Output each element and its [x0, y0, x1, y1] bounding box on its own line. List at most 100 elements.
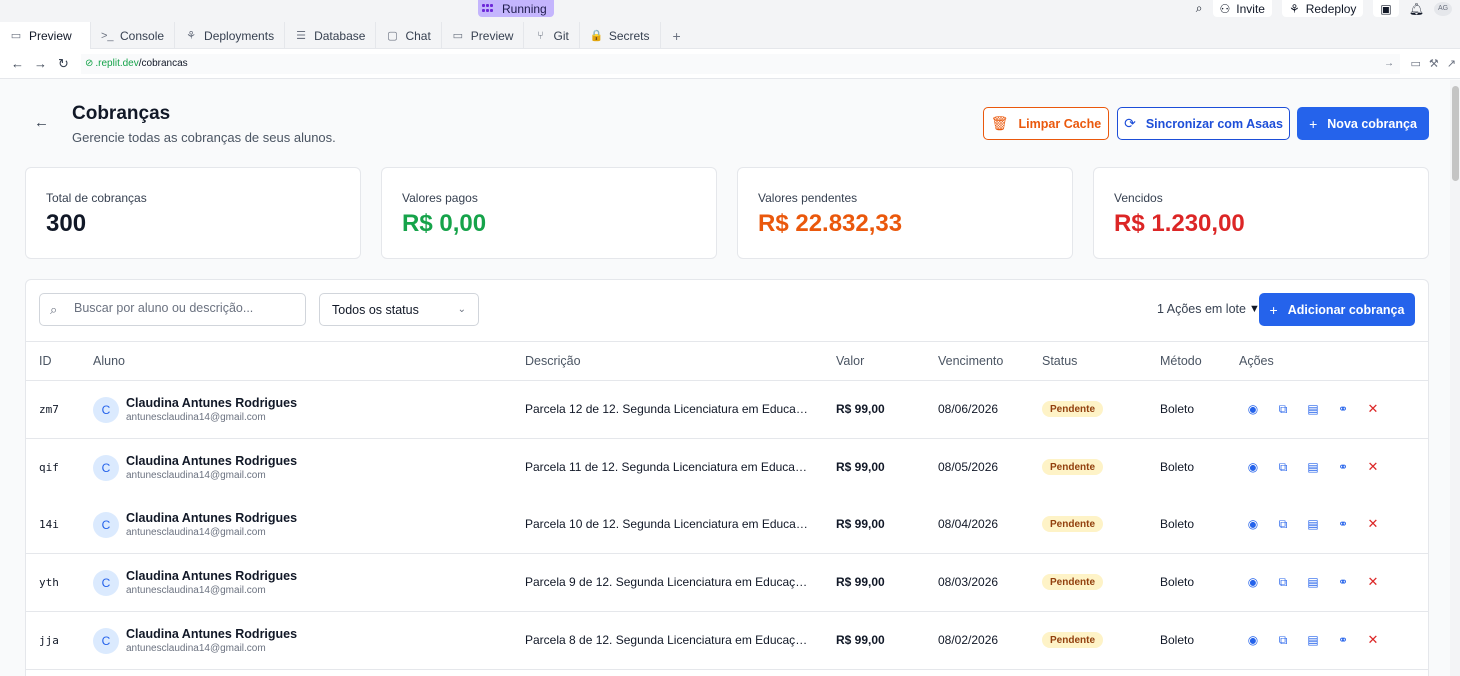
external-link-icon[interactable]: ↗	[1447, 57, 1456, 70]
url-field[interactable]: ⊘ .replit.dev/cobrancas →	[81, 53, 1400, 74]
delete-x-icon[interactable]: ✕	[1365, 574, 1381, 590]
delete-x-icon[interactable]: ✕	[1365, 632, 1381, 648]
tab-git[interactable]: ⑂ Git	[524, 22, 580, 49]
col-due[interactable]: Vencimento	[938, 354, 1003, 368]
table-row[interactable]: 14i C Claudina Antunes Rodrigues antunescla…	[26, 496, 1428, 554]
copy-icon[interactable]: ⧉	[1275, 459, 1291, 475]
student-email: antunesclaudina14@gmail.com	[126, 527, 266, 538]
student-avatar: C	[93, 455, 119, 481]
reload-icon[interactable]: ↻	[52, 56, 75, 72]
go-arrow-icon[interactable]: →	[1384, 58, 1394, 69]
view-eye-icon[interactable]: ◉	[1245, 516, 1261, 532]
tab-label: Secrets	[608, 28, 650, 43]
document-icon[interactable]: ▤	[1305, 516, 1321, 532]
student-avatar: C	[93, 512, 119, 538]
copy-icon[interactable]: ⧉	[1275, 401, 1291, 417]
url-path: /cobrancas	[138, 58, 188, 69]
document-icon[interactable]: ▤	[1305, 401, 1321, 417]
view-eye-icon[interactable]: ◉	[1245, 401, 1261, 417]
monitor-icon: ▭	[452, 30, 463, 42]
tab-chat[interactable]: ▢ Chat	[376, 22, 442, 49]
batch-actions-label: 1 Ações em lote	[1157, 302, 1246, 316]
new-tab-plus-icon[interactable]: +	[661, 22, 693, 49]
view-eye-icon[interactable]: ◉	[1245, 459, 1261, 475]
invite-button[interactable]: ⚇ Invite	[1212, 0, 1272, 17]
tab-deployments[interactable]: ⚘ Deployments	[175, 22, 286, 49]
database-icon: ☰	[296, 30, 306, 42]
charge-id: qif	[39, 461, 59, 474]
batch-actions-dropdown[interactable]: 1 Ações em lote ▼	[1157, 302, 1260, 316]
search-icon[interactable]: ⌕	[1196, 1, 1203, 16]
row-actions: ◉ ⧉ ▤ ⚭ ✕	[1245, 459, 1381, 475]
topbar-actions: ⌕ ⚇ Invite ⚘ Redeploy ▣ 🔔︎ AG	[1196, 0, 1452, 17]
wrench-icon[interactable]: ⚒	[1429, 57, 1439, 70]
tab-database[interactable]: ☰ Database	[285, 22, 377, 49]
stat-value: R$ 1.230,00	[1114, 210, 1245, 237]
sync-asaas-button[interactable]: ⟳ Sincronizar com Asaas	[1117, 107, 1290, 140]
student-name: Claudina Antunes Rodrigues	[126, 396, 298, 410]
table-row[interactable]: zm7 C Claudina Antunes Rodrigues antunescla…	[26, 381, 1428, 439]
copy-window-button[interactable]: ▣	[1373, 0, 1399, 17]
link-icon[interactable]: ⚭	[1335, 632, 1351, 648]
back-nav-icon[interactable]: ←	[6, 56, 29, 71]
user-avatar[interactable]: AG	[1434, 1, 1452, 16]
col-student[interactable]: Aluno	[93, 354, 125, 368]
forward-nav-icon[interactable]: →	[29, 56, 52, 71]
status-badge: Pendente	[1042, 574, 1104, 590]
payment-method: Boleto	[1160, 460, 1195, 474]
tab-label: Preview	[29, 28, 72, 43]
add-charge-button[interactable]: + Adicionar cobrança	[1259, 293, 1415, 326]
add-charge-label: Adicionar cobrança	[1287, 302, 1405, 317]
table-row[interactable]: qif C Claudina Antunes Rodrigues antunescla…	[26, 439, 1428, 497]
copy-icon[interactable]: ⧉	[1275, 574, 1291, 590]
row-actions: ◉ ⧉ ▤ ⚭ ✕	[1245, 516, 1381, 532]
tab-preview[interactable]: ▭ Preview	[442, 22, 525, 49]
link-icon[interactable]: ⚭	[1335, 574, 1351, 590]
col-id[interactable]: ID	[39, 354, 52, 368]
charge-value: R$ 99,00	[836, 575, 885, 589]
copy-icon[interactable]: ⧉	[1275, 516, 1291, 532]
device-icon[interactable]: ▭	[1411, 57, 1421, 70]
back-arrow-icon[interactable]: ←	[34, 114, 49, 131]
notification-bell-icon[interactable]: 🔔︎	[1409, 2, 1424, 16]
col-value[interactable]: Valor	[836, 354, 864, 368]
col-method[interactable]: Método	[1160, 354, 1202, 368]
col-description[interactable]: Descrição	[525, 354, 581, 368]
stat-label: Valores pendentes	[758, 191, 858, 205]
stat-value: R$ 0,00	[402, 210, 487, 237]
charge-due-date: 08/02/2026	[938, 633, 999, 647]
tab-preview[interactable]: ▭ Preview	[0, 22, 91, 49]
col-status[interactable]: Status	[1042, 354, 1077, 368]
tab-console[interactable]: >_ Console	[91, 22, 176, 49]
new-charge-button[interactable]: + Nova cobrança	[1297, 107, 1429, 140]
link-icon[interactable]: ⚭	[1335, 516, 1351, 532]
redeploy-button[interactable]: ⚘ Redeploy	[1281, 0, 1364, 17]
link-icon[interactable]: ⚭	[1335, 459, 1351, 475]
search-box[interactable]: ⌕	[39, 293, 306, 326]
deploy-icon: ⚘	[1288, 1, 1300, 16]
table-header: ID Aluno Descrição Valor Vencimento Stat…	[26, 341, 1428, 381]
document-icon[interactable]: ▤	[1305, 574, 1321, 590]
view-eye-icon[interactable]: ◉	[1245, 632, 1261, 648]
delete-x-icon[interactable]: ✕	[1365, 516, 1381, 532]
deploy-icon: ⚘	[186, 30, 196, 42]
charge-id: 14i	[39, 518, 59, 531]
student-name: Claudina Antunes Rodrigues	[126, 627, 298, 641]
copy-icon[interactable]: ⧉	[1275, 632, 1291, 648]
document-icon[interactable]: ▤	[1305, 459, 1321, 475]
document-icon[interactable]: ▤	[1305, 632, 1321, 648]
run-status-button[interactable]: Running	[478, 0, 554, 17]
status-filter-select[interactable]: Todos os status ⌄	[319, 293, 479, 326]
delete-x-icon[interactable]: ✕	[1365, 459, 1381, 475]
delete-x-icon[interactable]: ✕	[1365, 401, 1381, 417]
link-icon[interactable]: ⚭	[1335, 401, 1351, 417]
trash-icon: 🗑︎	[990, 115, 1009, 131]
view-eye-icon[interactable]: ◉	[1245, 574, 1261, 590]
tab-secrets[interactable]: 🔒 Secrets	[580, 22, 661, 49]
status-badge: Pendente	[1042, 401, 1104, 417]
scrollbar-thumb[interactable]	[1452, 86, 1459, 181]
search-input[interactable]	[74, 301, 294, 315]
clear-cache-button[interactable]: 🗑︎ Limpar Cache	[983, 107, 1109, 140]
table-row[interactable]: yth C Claudina Antunes Rodrigues antunescla…	[26, 554, 1428, 612]
table-row[interactable]: jja C Claudina Antunes Rodrigues antunescla…	[26, 612, 1428, 670]
